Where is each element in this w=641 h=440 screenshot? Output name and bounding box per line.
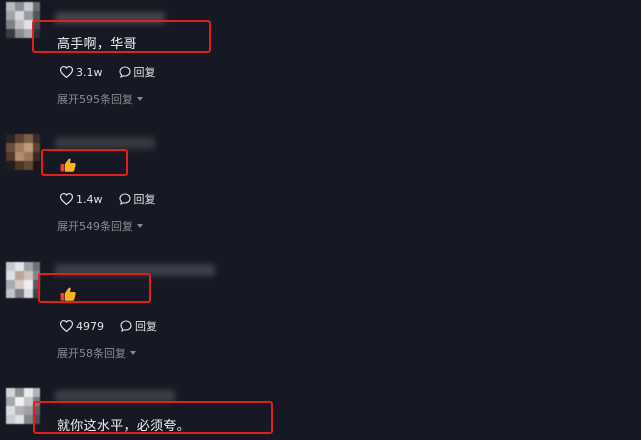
reply-button[interactable]: 回复: [118, 191, 156, 207]
heart-icon: [60, 66, 73, 78]
caret-down-icon: [137, 97, 143, 101]
comment-emoji: [60, 158, 76, 176]
caret-down-icon: [137, 224, 143, 228]
chat-bubble-icon: [118, 193, 131, 205]
thumbs-up-icon: [60, 158, 76, 172]
expand-replies[interactable]: 展开595条回复: [57, 91, 143, 107]
like-count: 1.4w: [76, 192, 103, 206]
comment-emoji: [60, 287, 76, 305]
comment-actions: 3.1w 回复: [60, 64, 172, 80]
expand-replies[interactable]: 展开549条回复: [57, 218, 143, 234]
expand-replies-label: 展开549条回复: [57, 220, 133, 233]
like-button[interactable]: 4979: [60, 320, 104, 333]
username-blurred[interactable]: [55, 137, 155, 149]
like-button[interactable]: 3.1w: [60, 66, 103, 79]
thumbs-up-icon: [60, 287, 76, 301]
avatar[interactable]: [6, 134, 40, 172]
like-count: 4979: [76, 319, 104, 333]
chat-bubble-icon: [120, 320, 132, 332]
comment-text: 高手啊，华哥: [57, 37, 137, 52]
reply-label: 回复: [133, 193, 156, 206]
heart-icon: [60, 193, 73, 205]
chat-bubble-icon: [118, 66, 131, 78]
expand-replies-label: 展开595条回复: [57, 93, 133, 106]
highlight-box: [38, 273, 151, 303]
comment-actions: 4979 回复: [60, 318, 173, 334]
comment-text: 就你这水平，必须夸。: [57, 419, 191, 434]
like-count: 3.1w: [76, 65, 103, 79]
expand-replies[interactable]: 展开58条回复: [57, 345, 136, 361]
caret-down-icon: [130, 351, 136, 355]
comment-actions: 1.4w 回复: [60, 191, 172, 207]
reply-button[interactable]: 回复: [120, 318, 157, 334]
avatar[interactable]: [6, 262, 40, 300]
expand-replies-label: 展开58条回复: [57, 347, 126, 360]
reply-button[interactable]: 回复: [118, 64, 156, 80]
highlight-box: [41, 149, 128, 176]
heart-icon: [60, 320, 73, 332]
like-button[interactable]: 1.4w: [60, 193, 103, 206]
reply-label: 回复: [135, 320, 157, 333]
reply-label: 回复: [133, 66, 156, 79]
